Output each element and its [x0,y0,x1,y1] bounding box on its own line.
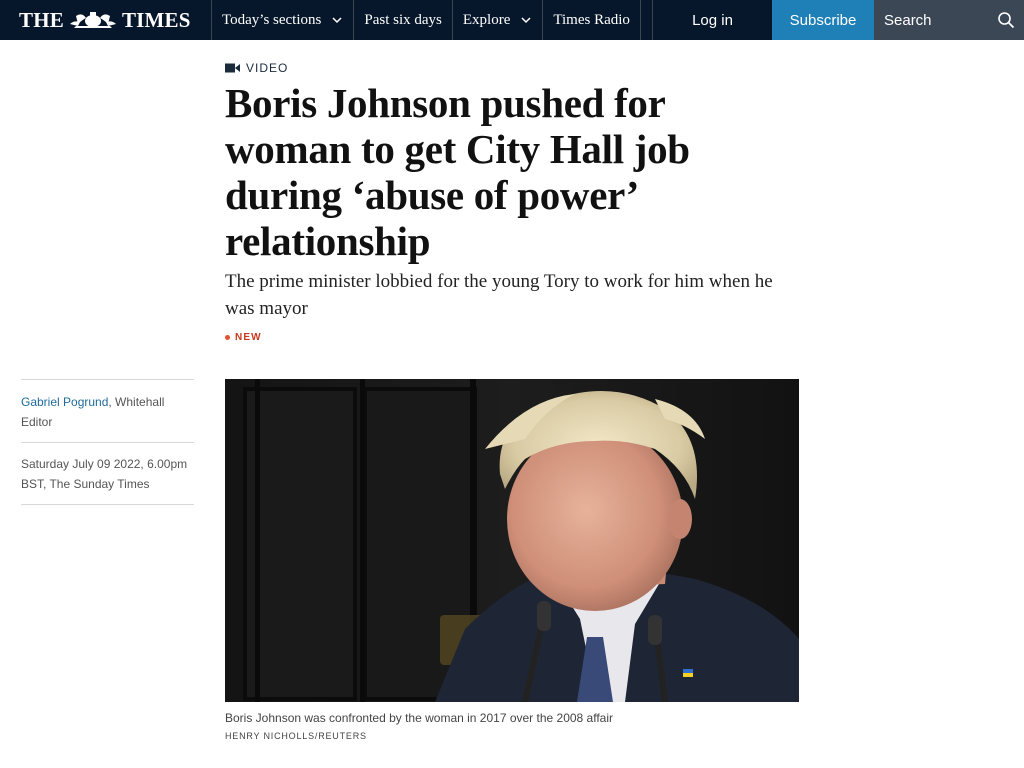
chevron-down-icon [521,17,531,24]
nav-times-radio[interactable]: Times Radio [543,0,641,40]
new-flag-label: NEW [235,332,262,343]
article-kicker[interactable]: VIDEO [225,61,288,75]
chevron-down-icon [332,17,342,24]
logo-text-right: TIMES [121,7,191,32]
nav-times-radio-label: Times Radio [553,11,630,28]
logo-text-left: THE [19,7,64,32]
article-standfirst: The prime minister lobbied for the young… [225,271,773,319]
login-button[interactable]: Log in [652,0,772,40]
image-caption: Boris Johnson was confronted by the woma… [225,711,614,725]
nav-past-six-days[interactable]: Past six days [354,0,453,40]
nav-todays-sections[interactable]: Today’s sections [212,0,355,40]
new-dot-icon [225,335,230,340]
times-logo[interactable]: THE TIMES [0,0,212,40]
logo-wordmark: THE TIMES [19,8,191,33]
kicker-label: VIDEO [246,61,289,75]
author-link[interactable]: Gabriel Pogrund [21,395,108,409]
crest-icon [69,12,116,28]
video-camera-icon [225,63,240,73]
nav-past-six-days-label: Past six days [364,11,442,28]
search-placeholder: Search [884,11,932,29]
new-flag: NEW [225,332,262,343]
search-box[interactable]: Search [874,0,1024,40]
byline-date: Saturday July 09 2022, 6.00pm BST, The S… [21,443,194,505]
hero-image[interactable] [225,379,799,702]
image-credit: HENRY NICHOLLS/REUTERS [225,731,367,741]
nav-explore[interactable]: Explore [453,0,544,40]
article-headline: Boris Johnson pushed for woman to get Ci… [225,80,690,264]
subscribe-button[interactable]: Subscribe [772,0,874,40]
byline-author: Gabriel Pogrund, Whitehall Editor [21,380,194,443]
search-icon[interactable] [997,11,1015,29]
hero-photo-illustration [225,379,799,702]
byline: Gabriel Pogrund, Whitehall Editor Saturd… [21,379,194,505]
nav-todays-sections-label: Today’s sections [222,11,322,28]
top-navigation-bar: THE TIMES Today’s sections Past six days… [0,0,1024,40]
nav-explore-label: Explore [462,11,511,28]
